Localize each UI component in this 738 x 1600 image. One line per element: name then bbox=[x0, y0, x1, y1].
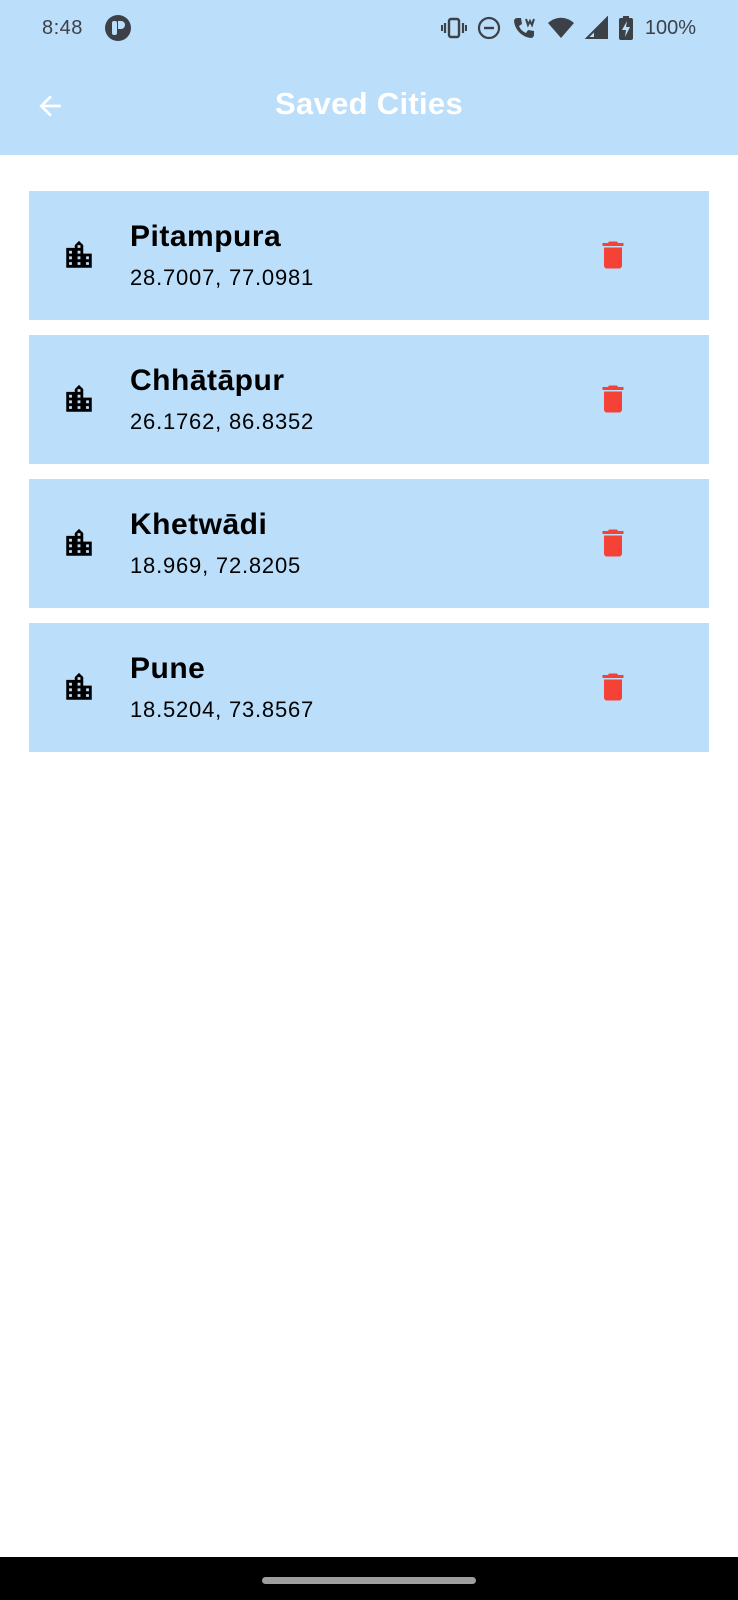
city-list-item[interactable]: Chhātāpur 26.1762, 86.8352 bbox=[29, 335, 709, 464]
delete-button[interactable] bbox=[595, 379, 631, 419]
city-list-item[interactable]: Pitampura 28.7007, 77.0981 bbox=[29, 191, 709, 320]
page-title: Saved Cities bbox=[275, 85, 463, 121]
trash-icon bbox=[602, 529, 624, 557]
delete-button[interactable] bbox=[595, 667, 631, 707]
city-name: Chhātāpur bbox=[130, 364, 285, 397]
vibrate-icon bbox=[440, 17, 467, 39]
back-button[interactable] bbox=[30, 86, 70, 126]
city-icon bbox=[66, 240, 92, 268]
city-icon bbox=[66, 528, 92, 556]
delete-button[interactable] bbox=[595, 235, 631, 275]
city-coordinates: 18.969, 72.8205 bbox=[130, 553, 302, 578]
city-list-item[interactable]: Khetwādi 18.969, 72.8205 bbox=[29, 479, 709, 608]
home-gesture-handle[interactable] bbox=[262, 1577, 476, 1584]
status-icons: 100% bbox=[440, 15, 696, 41]
battery-charging-icon bbox=[618, 16, 633, 40]
app-notification-icon bbox=[104, 15, 131, 41]
city-icon bbox=[66, 384, 92, 412]
city-icon bbox=[66, 672, 92, 700]
city-coordinates: 28.7007, 77.0981 bbox=[130, 265, 315, 290]
delete-button[interactable] bbox=[595, 523, 631, 563]
status-time: 8:48 bbox=[42, 16, 83, 39]
trash-icon bbox=[602, 385, 624, 413]
wifi-icon bbox=[547, 17, 574, 38]
cell-signal-icon bbox=[584, 16, 608, 39]
do-not-disturb-icon bbox=[477, 16, 500, 40]
wifi-calling-icon bbox=[513, 18, 535, 38]
app-bar: Saved Cities bbox=[0, 56, 738, 155]
status-bar: 8:48 100% bbox=[0, 0, 738, 56]
battery-percent: 100% bbox=[644, 16, 696, 39]
saved-cities-list: Pitampura 28.7007, 77.0981 Chhātāpur 26.… bbox=[29, 191, 709, 767]
city-name: Pitampura bbox=[130, 220, 282, 253]
trash-icon bbox=[602, 673, 624, 701]
city-name: Pune bbox=[130, 652, 206, 685]
city-name: Khetwādi bbox=[130, 508, 268, 541]
city-coordinates: 18.5204, 73.8567 bbox=[130, 697, 315, 722]
trash-icon bbox=[602, 241, 624, 269]
city-list-item[interactable]: Pune 18.5204, 73.8567 bbox=[29, 623, 709, 752]
arrow-back-icon bbox=[39, 95, 61, 117]
city-coordinates: 26.1762, 86.8352 bbox=[130, 409, 315, 434]
